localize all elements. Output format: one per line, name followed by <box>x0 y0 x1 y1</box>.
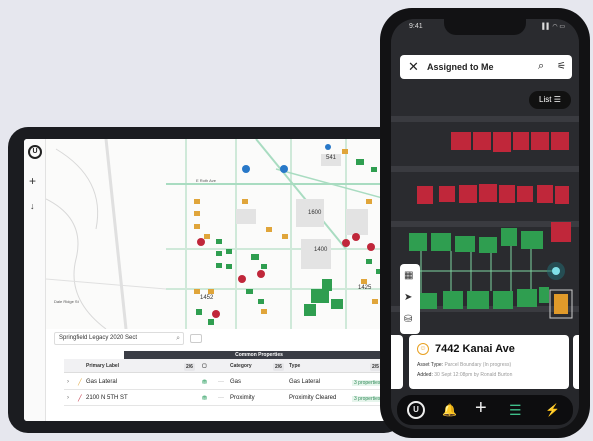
map-label-street: E Roth Ave <box>196 178 217 183</box>
filter-settings-icon[interactable]: ⚟ <box>557 60 566 74</box>
app-logo-icon[interactable]: U <box>28 145 42 159</box>
table-row[interactable]: › ╱ Gas Lateral ⛃ ··· Gas Gas Lateral 3 … <box>64 374 394 390</box>
pencil-icon: ╱ <box>78 380 82 386</box>
map-label-street: Dale Ridge St <box>54 299 80 304</box>
bottom-nav: U 🔔 + ☰ ⚡ <box>397 395 573 425</box>
phone-screen: 9:41 ▌▌ ◠ ▭ ✕ Assigned to Me ⌕ ⚟ List ☰ … <box>391 19 579 429</box>
asset-type-key: Asset Type: <box>417 362 444 368</box>
column-count: 2/6 <box>273 363 284 371</box>
tablet-screen: U + ↓ E Roth Ave Dale Ridge St 541 1600 … <box>24 139 394 421</box>
row-label: Gas Lateral <box>86 379 118 385</box>
close-icon[interactable]: ✕ <box>408 59 419 75</box>
row-category: Gas <box>230 379 242 385</box>
tablet-map-canvas: E Roth Ave Dale Ridge St 541 1600 1400 1… <box>46 139 394 329</box>
asset-type-value: Parcel Boundary (In progress) <box>444 362 512 368</box>
tablet-map[interactable]: E Roth Ave Dale Ridge St 541 1600 1400 1… <box>46 139 394 329</box>
map-label-block: 1400 <box>314 247 328 253</box>
column-primary-label[interactable]: Primary Label <box>86 363 119 369</box>
lightning-icon[interactable]: ⚡ <box>545 401 560 419</box>
map-icon[interactable]: ▦ <box>404 270 413 282</box>
home-logo-icon[interactable]: U <box>407 401 425 419</box>
table-group-header: Common Properties <box>124 351 394 359</box>
column-category[interactable]: Category <box>230 363 252 369</box>
asset-added-key: Added: <box>417 372 433 378</box>
pencil-icon: ╱ <box>78 396 82 402</box>
row-type: Proximity Cleared <box>289 395 337 401</box>
asset-icon: ⛃ <box>202 380 208 386</box>
asset-card[interactable]: ☺ 7442 Kanai Ave Asset Type: Parcel Boun… <box>409 335 569 389</box>
database-icon[interactable]: ⛁ <box>404 314 412 326</box>
asset-card-next[interactable] <box>573 335 579 389</box>
tablet-device: U + ↓ E Roth Ave Dale Ridge St 541 1600 … <box>8 127 404 433</box>
list-button-label: List <box>539 95 552 104</box>
phone-device: 9:41 ▌▌ ◠ ▭ ✕ Assigned to Me ⌕ ⚟ List ☰ … <box>380 8 590 438</box>
download-button[interactable]: ↓ <box>30 201 35 211</box>
asset-added-value: 30 Sept 12:08pm by Ronald Burton <box>434 372 513 378</box>
map-label-block: 1452 <box>200 295 214 301</box>
list-icon: ☰ <box>553 95 561 104</box>
asset-card-prev[interactable] <box>391 335 403 389</box>
location-arrow-icon[interactable]: ➤ <box>404 292 412 304</box>
dataset-search-value: Springfield Legacy 2020 Sect <box>59 335 138 341</box>
status-time: 9:41 <box>409 23 423 30</box>
zoom-in-button[interactable]: + <box>29 175 36 187</box>
table-column-header-row: Primary Label 2/6 ▢ Category 2/6 Type 2/… <box>64 359 394 373</box>
properties-table: Common Properties Primary Label 2/6 ▢ Ca… <box>64 351 394 421</box>
column-count: 2/6 <box>184 363 195 371</box>
table-row[interactable]: › ╱ 2100 N 5TH ST ⛃ ··· Proximity Proxim… <box>64 390 394 406</box>
asset-added-line: Added: 30 Sept 12:08pm by Ronald Burton <box>417 372 512 378</box>
search-icon: ⌕ <box>176 335 180 342</box>
tasks-icon[interactable]: ☰ <box>509 401 522 419</box>
layer-toggle-button[interactable] <box>190 334 202 343</box>
add-icon[interactable]: + <box>475 398 487 418</box>
expand-chevron-icon[interactable]: › <box>67 379 69 385</box>
map-tools-panel: ▦ ➤ ⛁ <box>400 264 420 334</box>
map-label-block: 1600 <box>308 210 322 216</box>
column-type[interactable]: Type <box>289 363 300 369</box>
more-options-icon[interactable]: ··· <box>218 395 224 401</box>
row-properties-badge[interactable]: 3 properties <box>352 396 383 402</box>
dataset-search-input[interactable]: Springfield Legacy 2020 Sect ⌕ <box>54 332 184 345</box>
status-icons: ▌▌ ◠ ▭ <box>542 24 565 30</box>
row-type: Gas Lateral <box>289 379 321 385</box>
asset-status-icon: ☺ <box>417 343 429 355</box>
notifications-bell-icon[interactable]: 🔔 <box>442 401 457 419</box>
asset-type-line: Asset Type: Parcel Boundary (In progress… <box>417 362 511 368</box>
row-category: Proximity <box>230 395 255 401</box>
map-label-block: 541 <box>326 155 337 161</box>
expand-chevron-icon[interactable]: › <box>67 395 69 401</box>
phone-notch <box>444 19 526 35</box>
search-icon[interactable]: ⌕ <box>538 59 544 73</box>
filter-search-bar[interactable]: ✕ Assigned to Me ⌕ ⚟ <box>400 55 572 79</box>
more-options-icon[interactable]: ··· <box>218 379 224 385</box>
asset-card-title: 7442 Kanai Ave <box>435 343 515 355</box>
row-properties-badge[interactable]: 3 properties <box>352 380 383 386</box>
row-label: 2100 N 5TH ST <box>86 395 128 401</box>
map-label-block: 1425 <box>358 285 372 291</box>
checkbox-icon[interactable]: ▢ <box>202 363 207 369</box>
tablet-sidebar: U + ↓ <box>24 139 46 421</box>
list-view-button[interactable]: List ☰ <box>529 91 571 109</box>
asset-icon: ⛃ <box>202 396 208 402</box>
filter-title: Assigned to Me <box>427 62 494 72</box>
